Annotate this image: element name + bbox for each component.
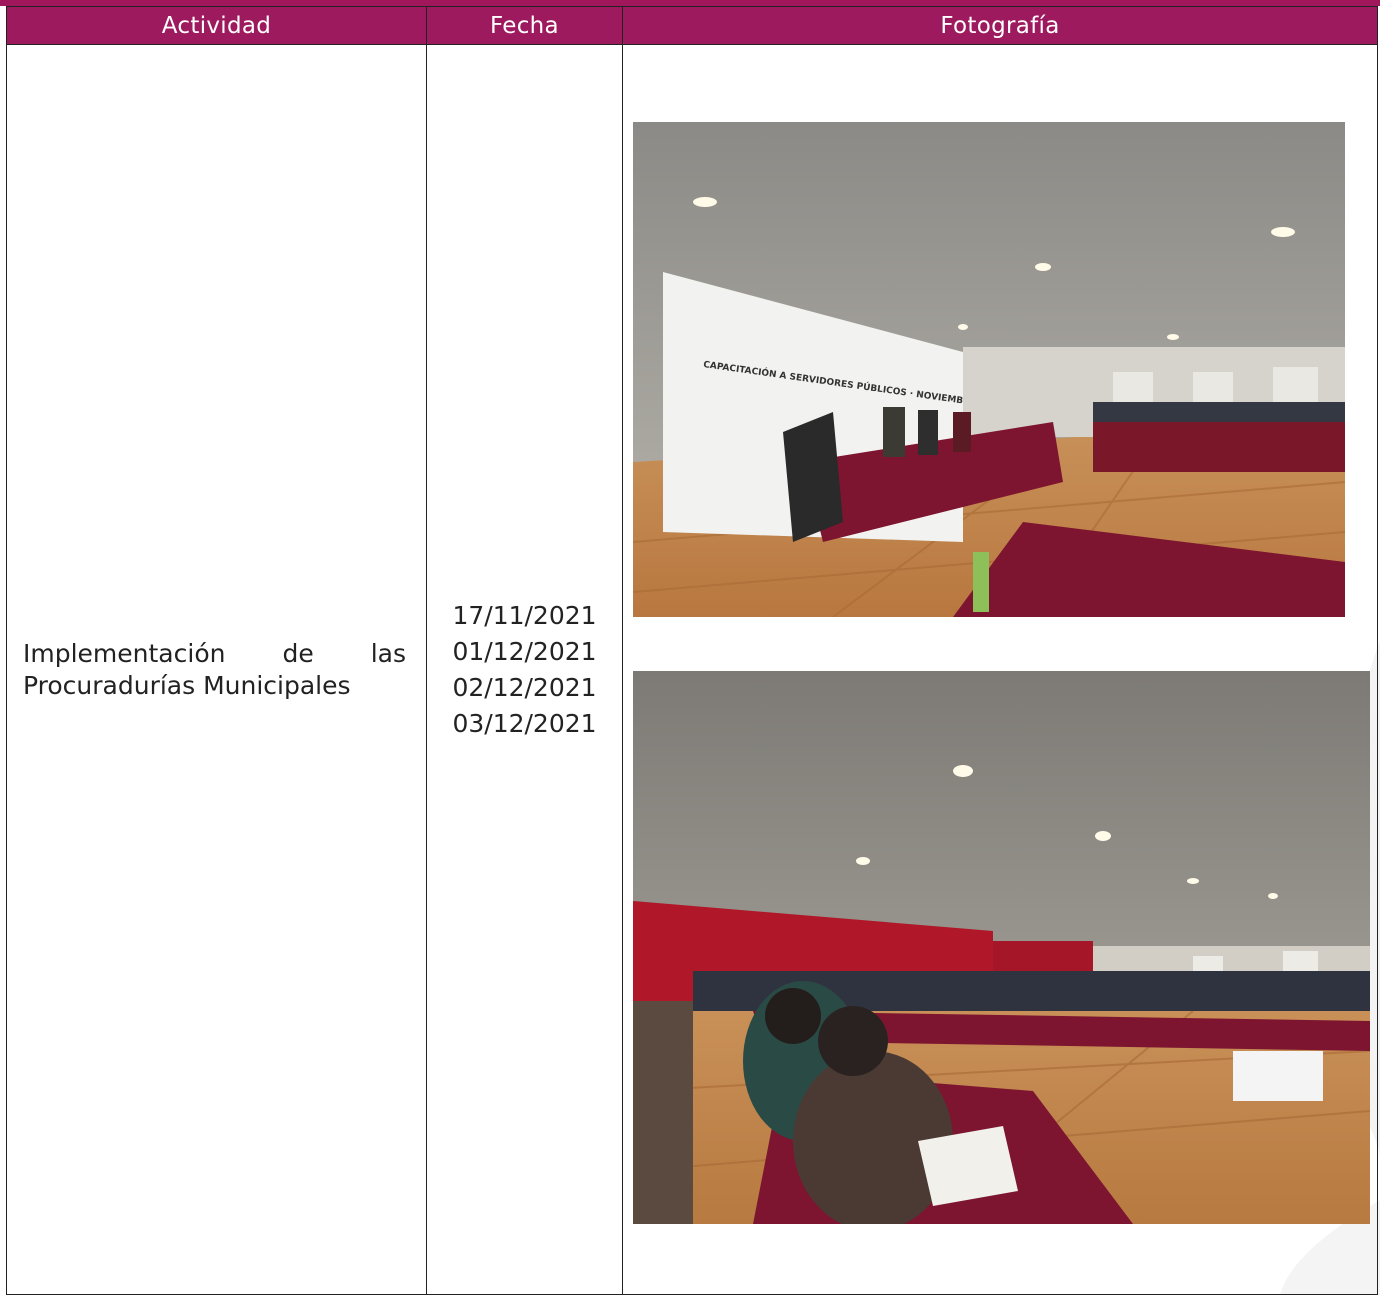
activity-table: Actividad Fecha Fotografía Implementació… xyxy=(6,6,1378,1295)
photo-meeting-audience xyxy=(633,671,1370,1224)
table-header-row: Actividad Fecha Fotografía xyxy=(6,6,1378,45)
activity-description: Implementación de las Procuradurías Muni… xyxy=(7,638,426,702)
table-row: Implementación de las Procuradurías Muni… xyxy=(6,44,1378,1295)
activity-cell: Implementación de las Procuradurías Muni… xyxy=(6,44,427,1295)
photo-meeting-panel: CAPACITACIÓN A SERVIDORES PÚBLICOS · NOV… xyxy=(633,122,1345,617)
date-item: 01/12/2021 xyxy=(452,636,597,666)
photo-cell: CAPACITACIÓN A SERVIDORES PÚBLICOS · NOV… xyxy=(622,44,1378,1295)
date-cell: 17/11/2021 01/12/2021 02/12/2021 03/12/2… xyxy=(426,44,623,1295)
date-list: 17/11/2021 01/12/2021 02/12/2021 03/12/2… xyxy=(427,598,622,742)
activity-word-2: de xyxy=(282,638,314,668)
date-item: 17/11/2021 xyxy=(452,600,597,630)
header-photo: Fotografía xyxy=(622,6,1378,45)
activity-word-1: Implementación xyxy=(23,638,226,668)
header-activity: Actividad xyxy=(6,6,427,45)
header-date: Fecha xyxy=(426,6,623,45)
activity-line-2: Procuradurías Municipales xyxy=(23,670,351,700)
date-item: 03/12/2021 xyxy=(452,708,597,738)
date-item: 02/12/2021 xyxy=(452,672,597,702)
activity-word-3: las xyxy=(370,638,406,668)
